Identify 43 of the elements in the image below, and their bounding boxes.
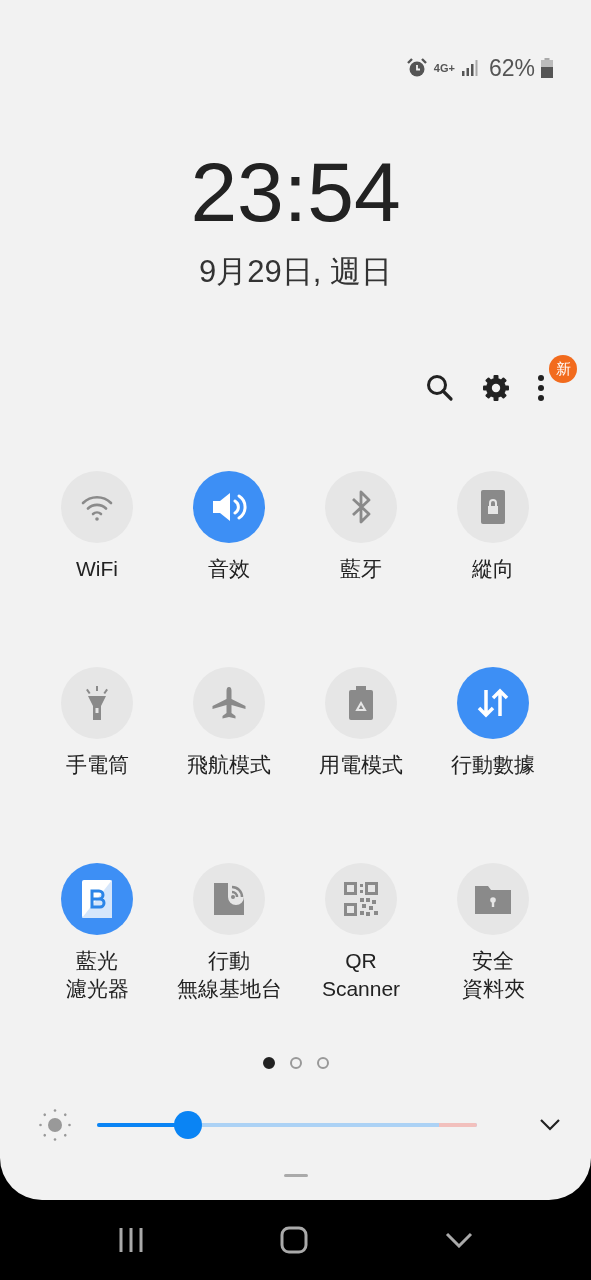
airplane-icon — [210, 684, 248, 722]
alarm-icon — [405, 57, 428, 79]
battery-percent: 62% — [488, 54, 535, 82]
hotspot-icon — [212, 881, 246, 917]
network-type: 4G+ — [433, 62, 455, 74]
drag-handle[interactable] — [283, 1174, 308, 1177]
new-badge: 新 — [549, 355, 577, 383]
recent-apps-button[interactable] — [118, 1227, 145, 1253]
signal-icon — [460, 59, 479, 77]
brightness-slider[interactable] — [97, 1111, 477, 1139]
page-indicator[interactable] — [262, 1057, 275, 1069]
letter-document-icon — [82, 880, 112, 918]
more-options-button[interactable] — [537, 373, 547, 403]
back-button[interactable] — [444, 1232, 473, 1248]
search-button[interactable] — [425, 373, 455, 403]
toggle-label: 藍光 — [76, 948, 118, 974]
toggle-label: 用電模式 — [319, 752, 403, 778]
clock-date: 9月29日, 週日 — [198, 253, 393, 291]
slider-thumb[interactable] — [174, 1111, 203, 1139]
lock-icon — [481, 490, 505, 524]
toggle-label: 安全 — [472, 948, 514, 974]
locked-folder-icon — [475, 884, 511, 914]
expand-button[interactable] — [539, 1118, 561, 1132]
settings-button[interactable] — [481, 373, 511, 403]
battery-recycle-icon — [349, 686, 373, 720]
toggle-label: 藍牙 — [340, 556, 382, 582]
battery-icon — [541, 58, 553, 78]
toggle-label: 手電筒 — [65, 752, 129, 778]
toggle-label: 行動數據 — [451, 752, 535, 778]
toggle-label: 縱向 — [472, 556, 514, 582]
toggle-label: 飛航模式 — [187, 752, 271, 778]
toggle-label: 音效 — [208, 556, 250, 582]
brightness-icon — [38, 1108, 72, 1142]
qr-code-icon — [344, 882, 378, 916]
toggle-label: 濾光器 — [65, 976, 129, 1002]
toggle-label: WiFi — [76, 556, 118, 582]
toggle-label: 行動 — [208, 948, 250, 974]
toggle-label: 無線基地台 — [176, 976, 282, 1002]
toggle-label: 資料夾 — [461, 976, 525, 1002]
toggle-label: Scanner — [321, 976, 401, 1002]
clock-time: 23:54 — [189, 150, 402, 234]
home-button[interactable] — [280, 1226, 309, 1254]
toggle-label: QR — [345, 948, 377, 974]
